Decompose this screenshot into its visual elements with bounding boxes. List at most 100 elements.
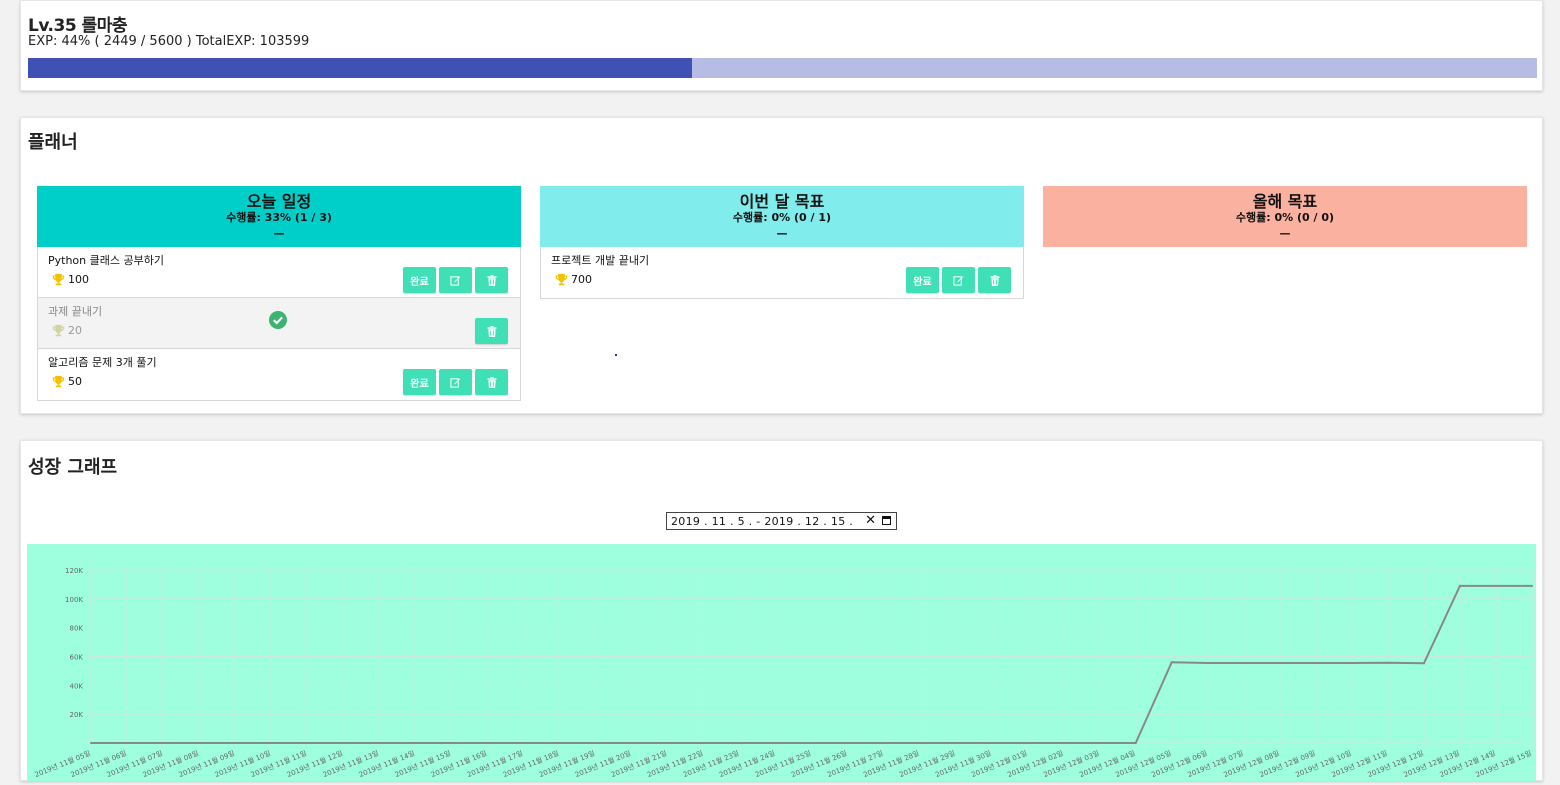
trash-icon bbox=[486, 325, 497, 337]
delete-button[interactable] bbox=[475, 267, 508, 293]
data-point bbox=[774, 742, 777, 744]
data-point bbox=[1386, 661, 1389, 664]
y-tick-label: 100K bbox=[65, 596, 83, 604]
data-point bbox=[1134, 742, 1137, 744]
data-point bbox=[702, 742, 705, 744]
trash-icon bbox=[486, 274, 497, 286]
date-range-picker[interactable]: 2019 . 11 . 5 . - 2019 . 12 . 15 . ✕ bbox=[666, 512, 897, 530]
growth-graph-title: 성장 그래프 bbox=[28, 457, 118, 478]
plan-item: Python 클래스 공부하기 100 완료 bbox=[38, 247, 520, 298]
plan-item-name: Python 클래스 공부하기 bbox=[48, 254, 164, 267]
plan-item-name: 프로젝트 개발 끝내기 bbox=[551, 254, 650, 267]
data-point bbox=[486, 742, 489, 744]
data-point bbox=[342, 742, 345, 744]
month-completion-rate: 수행률: 0% (0 / 1) bbox=[732, 211, 832, 224]
data-point bbox=[1314, 661, 1317, 664]
data-point bbox=[1278, 661, 1281, 664]
edit-button[interactable] bbox=[439, 267, 472, 293]
data-point bbox=[1242, 661, 1245, 664]
year-goal-column: 올해 목표 수행률: 0% (0 / 0) — bbox=[1043, 186, 1527, 247]
trash-icon bbox=[989, 274, 1000, 286]
data-point bbox=[666, 742, 669, 744]
y-tick-label: 40K bbox=[70, 682, 84, 690]
complete-button[interactable]: 완료 bbox=[403, 369, 436, 395]
plan-item-name: 알고리즘 문제 3개 풀기 bbox=[48, 356, 157, 369]
data-point bbox=[1098, 742, 1101, 744]
data-point bbox=[414, 742, 417, 744]
reward-value: 50 bbox=[68, 375, 82, 388]
y-tick-label: 120K bbox=[65, 567, 83, 575]
data-point bbox=[1206, 661, 1209, 664]
data-point bbox=[450, 742, 453, 744]
level-card: Lv.35 롤마충 EXP: 44% ( 2449 / 5600 ) Total… bbox=[20, 0, 1543, 91]
data-point bbox=[882, 742, 885, 744]
trophy-icon bbox=[52, 324, 65, 337]
data-point bbox=[594, 742, 597, 744]
close-icon[interactable]: ✕ bbox=[865, 513, 876, 529]
exp-progress-fill bbox=[28, 58, 692, 78]
data-point bbox=[1026, 742, 1029, 744]
delete-button[interactable] bbox=[475, 369, 508, 395]
y-tick-label: 80K bbox=[70, 625, 84, 633]
plan-item-reward: 100 bbox=[52, 273, 89, 286]
edit-icon bbox=[450, 275, 461, 286]
edit-button[interactable] bbox=[942, 267, 975, 293]
level-title: Lv.35 롤마충 bbox=[28, 16, 127, 36]
data-point bbox=[1170, 661, 1173, 664]
edit-icon bbox=[450, 377, 461, 388]
exp-progress-bar bbox=[28, 58, 1537, 78]
data-point bbox=[378, 742, 381, 744]
month-header: 이번 달 목표 수행률: 0% (0 / 1) — bbox=[540, 186, 1024, 247]
growth-graph-card: 성장 그래프 2019 . 11 . 5 . - 2019 . 12 . 15 … bbox=[20, 440, 1543, 781]
data-point bbox=[90, 742, 92, 744]
reward-value: 20 bbox=[68, 324, 82, 337]
plan-item-actions: 완료 bbox=[403, 267, 508, 293]
date-range-value[interactable]: 2019 . 11 . 5 . - 2019 . 12 . 15 . bbox=[671, 515, 853, 528]
y-tick-label: 20K bbox=[70, 711, 84, 719]
year-completion-rate: 수행률: 0% (0 / 0) bbox=[1235, 211, 1335, 224]
data-point bbox=[306, 742, 309, 744]
today-item-list: Python 클래스 공부하기 100 완료 과제 끝내기 20 알고리즘 문제 … bbox=[37, 247, 521, 401]
data-point bbox=[234, 742, 237, 744]
today-completion-rate: 수행률: 33% (1 / 3) bbox=[226, 211, 332, 224]
today-divider: — bbox=[273, 227, 285, 240]
calendar-icon[interactable] bbox=[882, 516, 891, 525]
month-item-list: 프로젝트 개발 끝내기 700 완료 bbox=[540, 247, 1024, 299]
year-header: 올해 목표 수행률: 0% (0 / 0) — bbox=[1043, 186, 1527, 247]
exp-text: EXP: 44% ( 2449 / 5600 ) TotalEXP: 10359… bbox=[28, 34, 310, 49]
data-point bbox=[918, 742, 921, 744]
data-point bbox=[270, 742, 273, 744]
y-tick-label: 60K bbox=[70, 654, 84, 662]
delete-button[interactable] bbox=[475, 318, 508, 344]
data-point bbox=[1422, 662, 1425, 665]
plan-item-reward: 50 bbox=[52, 375, 82, 388]
delete-button[interactable] bbox=[978, 267, 1011, 293]
plan-item-reward: 700 bbox=[555, 273, 592, 286]
complete-button[interactable]: 완료 bbox=[403, 267, 436, 293]
data-point bbox=[810, 742, 813, 744]
plan-item-actions: 완료 bbox=[906, 267, 1011, 293]
data-point bbox=[558, 742, 561, 744]
growth-chart: 20K 40K 60K 80K 100K 120K 2019년 11월 05일 2019년 1… bbox=[27, 544, 1536, 781]
edit-button[interactable] bbox=[439, 369, 472, 395]
data-point bbox=[1350, 661, 1353, 664]
today-header: 오늘 일정 수행률: 33% (1 / 3) — bbox=[37, 186, 521, 247]
trophy-icon bbox=[52, 375, 65, 388]
month-divider: — bbox=[776, 227, 788, 240]
data-point bbox=[954, 742, 957, 744]
month-title: 이번 달 목표 bbox=[739, 192, 825, 211]
plan-item-actions bbox=[475, 318, 508, 344]
data-point bbox=[1458, 584, 1461, 587]
stray-dot bbox=[615, 354, 617, 356]
trophy-icon bbox=[52, 273, 65, 286]
data-point bbox=[522, 742, 525, 744]
data-point bbox=[630, 742, 633, 744]
data-point bbox=[162, 742, 165, 744]
today-schedule-column: 오늘 일정 수행률: 33% (1 / 3) — Python 클래스 공부하기 … bbox=[37, 186, 521, 401]
planner-card: 플래너 오늘 일정 수행률: 33% (1 / 3) — Python 클래스 공… bbox=[20, 117, 1543, 414]
data-point bbox=[738, 742, 741, 744]
data-point bbox=[1531, 584, 1533, 587]
plan-item: 프로젝트 개발 끝내기 700 완료 bbox=[541, 247, 1023, 298]
plan-item-actions: 완료 bbox=[403, 369, 508, 395]
complete-button[interactable]: 완료 bbox=[906, 267, 939, 293]
